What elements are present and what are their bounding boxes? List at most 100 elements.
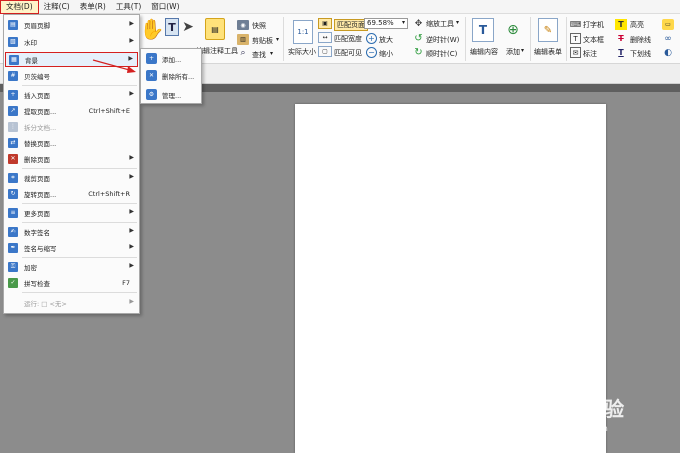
menu-window[interactable]: 窗口(W) <box>146 0 184 14</box>
chevron-down-icon[interactable]: ▾ <box>456 19 459 26</box>
edit-content-icon[interactable]: T <box>472 18 494 42</box>
rotate-cw-label[interactable]: 顺时针(C) <box>426 49 457 59</box>
submenu-arrow-icon: ▶ <box>129 227 134 234</box>
fit-visible-icon[interactable]: ▢ <box>318 46 332 57</box>
submenu-arrow-icon: ▶ <box>129 298 134 305</box>
underline-icon[interactable]: T <box>615 47 627 58</box>
submenu-arrow-icon: ▶ <box>129 37 134 44</box>
audio-icon[interactable]: ◐ <box>662 47 674 58</box>
menu-item-background[interactable]: ▦ 背景 ▶ <box>5 52 138 67</box>
callout-label[interactable]: 标注 <box>583 49 597 59</box>
rotate-ccw-label[interactable]: 逆时针(W) <box>426 35 459 45</box>
rotate-ccw-icon[interactable]: ↺ <box>413 33 424 44</box>
submenu-item-manage[interactable]: ⚙ 管理... <box>143 88 201 101</box>
submenu-item-delete-all[interactable]: ✕ 删除所有... <box>143 69 201 82</box>
zoom-tool-icon[interactable]: ✥ <box>413 18 424 29</box>
add-label[interactable]: 添加 <box>506 47 520 57</box>
menu-item-header-footer[interactable]: ▤ 页眉页脚 ▶ <box>5 18 138 31</box>
edit-form-icon[interactable]: ✎ <box>538 18 558 42</box>
menu-item-crop-page[interactable]: ⌗ 裁剪页面 ▶ <box>5 171 138 184</box>
manage-background-icon: ⚙ <box>146 89 157 100</box>
strikeout-icon[interactable]: T <box>615 33 627 44</box>
fit-page-label[interactable]: 匹配页面 <box>334 19 368 31</box>
menu-item-label: 提取页面... <box>24 107 57 116</box>
snapshot-label[interactable]: 快照 <box>252 21 266 31</box>
menu-item-replace-page[interactable]: ⇄ 替换页面... <box>5 136 138 149</box>
menu-separator <box>22 85 137 86</box>
submenu-item-add[interactable]: + 添加... <box>143 52 201 65</box>
menu-item-sign-initial[interactable]: ✒ 签名与缩写 ▶ <box>5 241 138 254</box>
find-label[interactable]: 查找 <box>252 50 266 60</box>
clipboard-label[interactable]: 剪贴板 <box>252 36 273 46</box>
menu-item-label: 加密 <box>24 263 37 272</box>
menu-item-more-pages[interactable]: ≡ 更多页面 ▶ <box>5 206 138 219</box>
select-annotation-label[interactable]: 编辑注释工具 <box>196 46 238 56</box>
link-icon[interactable]: ∞ <box>662 33 674 44</box>
watermark-brand: Baidu经验 <box>520 397 625 421</box>
strikeout-label[interactable]: 删除线 <box>630 35 651 45</box>
select-pointer-icon[interactable]: ➤ <box>181 18 195 36</box>
zoom-in-label[interactable]: 放大 <box>379 35 393 45</box>
edit-form-label[interactable]: 编辑表单 <box>534 47 562 57</box>
chevron-down-icon[interactable]: ▾ <box>521 47 524 54</box>
select-text-icon[interactable]: T <box>165 18 179 36</box>
highlight-icon[interactable]: T <box>615 19 627 30</box>
menu-separator <box>22 257 137 258</box>
callout-icon[interactable]: ✉ <box>570 47 581 58</box>
delete-page-icon: ✕ <box>8 153 18 164</box>
annotation-select-icon[interactable]: ▤ <box>205 18 225 40</box>
fit-page-icon[interactable]: ▣ <box>318 18 332 29</box>
watermark-url: jingyan.baidu.com <box>534 424 608 433</box>
menu-item-label: 水印 <box>24 38 37 47</box>
zoom-tool-label[interactable]: 缩放工具 <box>426 19 454 29</box>
menu-separator <box>22 292 137 293</box>
menu-item-shortcut: Ctrl+Shift+R <box>88 189 130 198</box>
textbox-label[interactable]: 文本框 <box>583 35 604 45</box>
menu-item-split-document: ⋮ 拆分文档... <box>5 120 138 133</box>
actual-size-label[interactable]: 实际大小 <box>288 47 316 57</box>
menu-tools[interactable]: 工具(T) <box>111 0 146 14</box>
zoom-in-icon[interactable]: + <box>366 33 377 44</box>
menu-item-watermark[interactable]: ▧ 水印 ▶ <box>5 35 138 48</box>
menu-item-encrypt[interactable]: ⚿ 加密 ▶ <box>5 260 138 273</box>
fit-width-icon[interactable]: ↔ <box>318 32 332 43</box>
chevron-down-icon[interactable]: ▾ <box>270 50 273 57</box>
menu-item-rotate-page[interactable]: ↻ 旋转页面... Ctrl+Shift+R <box>5 187 138 200</box>
menu-item-extract-page[interactable]: ↗ 提取页面... Ctrl+Shift+E <box>5 104 138 117</box>
submenu-arrow-icon: ▶ <box>129 262 134 269</box>
actual-size-icon[interactable]: 1:1 <box>293 20 313 44</box>
menu-item-run: 运行: □ <无> ▶ <box>5 296 138 309</box>
menu-item-delete-page[interactable]: ✕ 删除页面 ▶ <box>5 152 138 165</box>
hand-tool-icon[interactable]: ✋ <box>140 16 165 42</box>
submenu-arrow-icon: ▶ <box>129 20 134 27</box>
encrypt-icon: ⚿ <box>8 261 18 272</box>
menu-item-digital-signature[interactable]: ✍ 数字签名 ▶ <box>5 225 138 238</box>
zoom-out-label[interactable]: 缩小 <box>379 49 393 59</box>
highlight-label[interactable]: 高亮 <box>630 20 644 30</box>
menu-comment[interactable]: 注释(C) <box>39 0 75 14</box>
sign-initial-icon: ✒ <box>8 242 18 253</box>
rotate-cw-icon[interactable]: ↻ <box>413 47 424 58</box>
note-icon[interactable]: ▭ <box>662 19 674 30</box>
fit-visible-label[interactable]: 匹配可见 <box>334 48 362 58</box>
chevron-down-icon[interactable]: ▾ <box>402 19 405 26</box>
clipboard-icon: ▥ <box>237 34 249 45</box>
underline-label[interactable]: 下划线 <box>630 49 651 59</box>
typewriter-label[interactable]: 打字机 <box>583 20 604 30</box>
textbox-icon[interactable]: T <box>570 33 581 44</box>
menu-item-insert-page[interactable]: + 插入页面 ▶ <box>5 88 138 101</box>
typewriter-icon[interactable]: ⌨ <box>570 19 582 30</box>
fit-width-label[interactable]: 匹配宽度 <box>334 34 362 44</box>
menu-form[interactable]: 表单(R) <box>75 0 111 14</box>
menu-separator <box>22 222 137 223</box>
add-object-icon[interactable]: ⊕ <box>501 18 525 42</box>
zoom-out-icon[interactable]: − <box>366 47 377 58</box>
menu-item-bates-numbering[interactable]: # 贝茨编号 <box>5 69 138 82</box>
ribbon-separator <box>465 17 466 61</box>
ribbon-separator <box>530 17 531 61</box>
chevron-down-icon[interactable]: ▾ <box>276 36 279 43</box>
menu-document[interactable]: 文档(D) <box>0 0 39 14</box>
delete-all-background-icon: ✕ <box>146 70 157 81</box>
menu-item-spellcheck[interactable]: ✓ 拼写检查 F7 <box>5 276 138 289</box>
edit-content-label[interactable]: 编辑内容 <box>470 47 498 57</box>
